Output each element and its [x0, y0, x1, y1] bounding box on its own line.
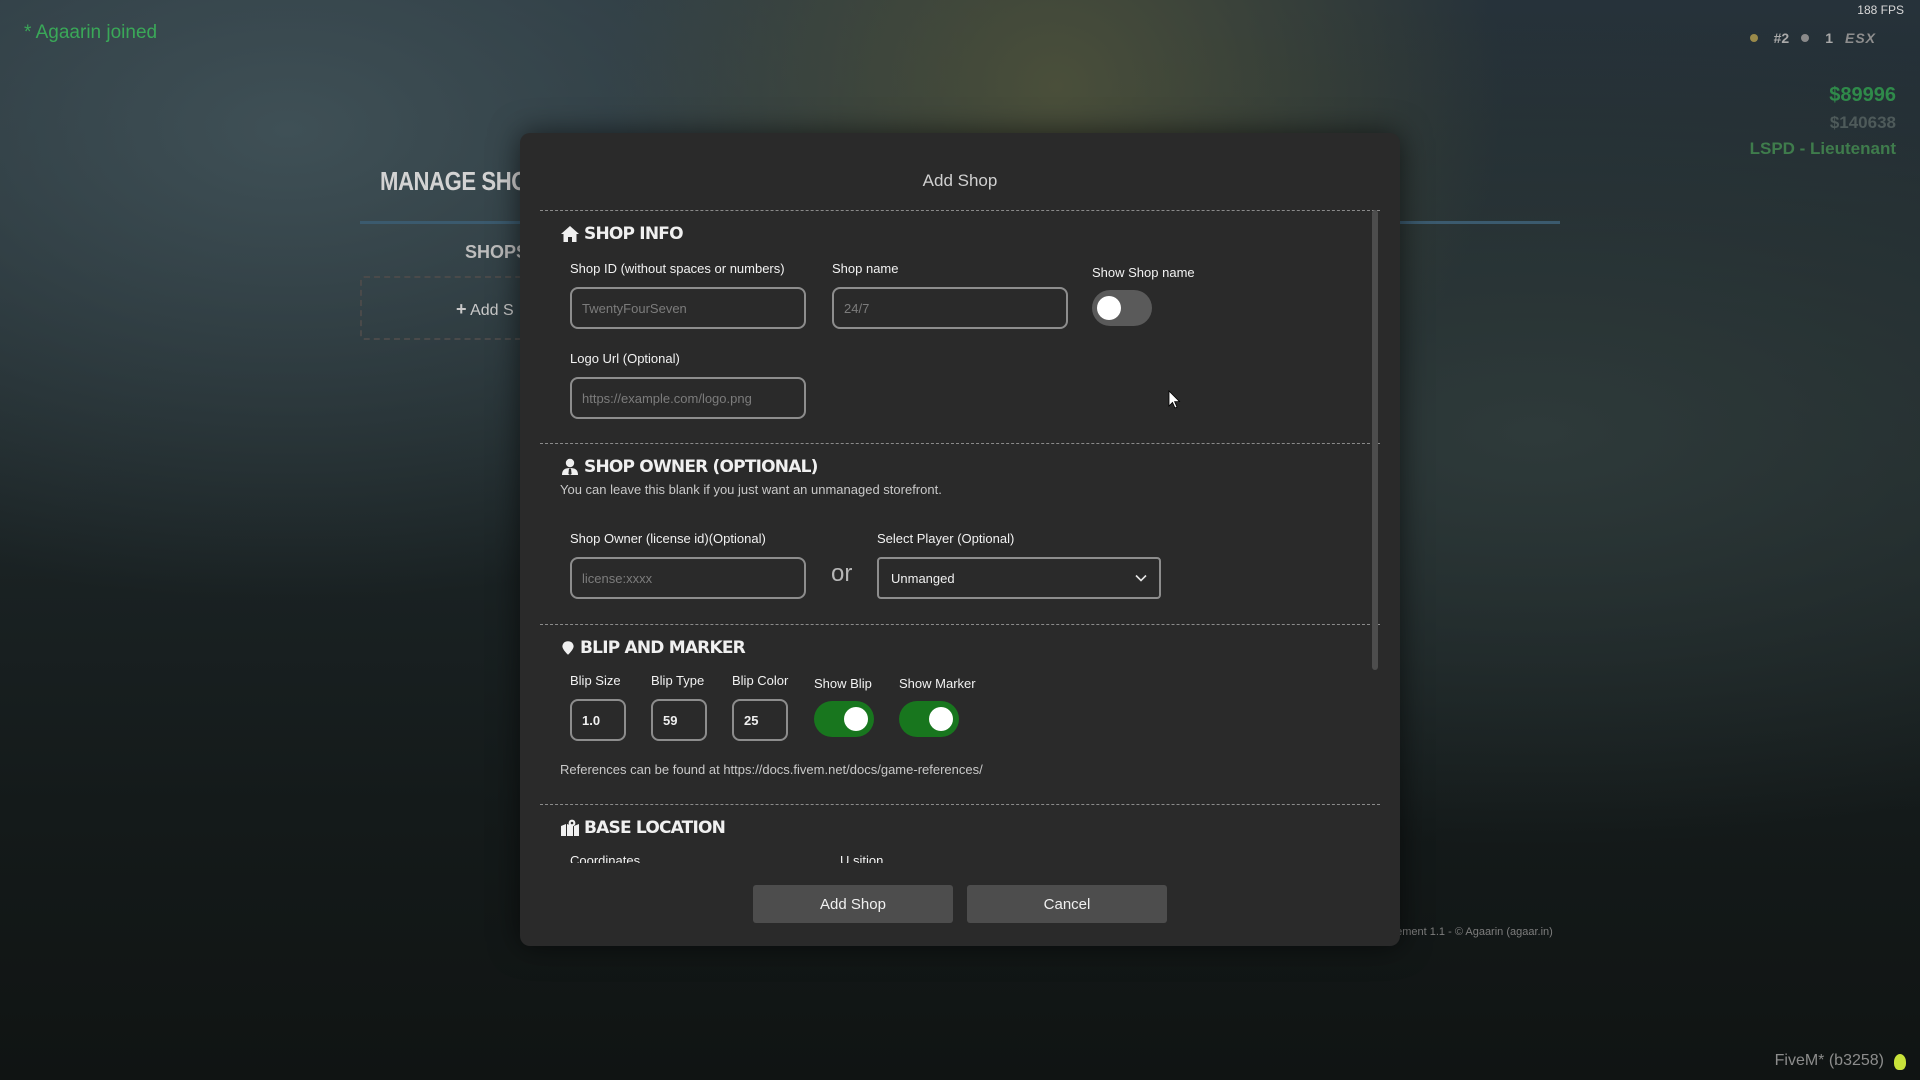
modal-scrollbar[interactable]: [1372, 210, 1378, 670]
shop-info-section: SHOP INFO Shop ID (without spaces or num…: [540, 210, 1380, 444]
show-blip-label: Show Blip: [814, 676, 872, 691]
select-player-label: Select Player (Optional): [877, 531, 1015, 546]
cash-amount: $89996: [1829, 84, 1896, 106]
show-marker-label: Show Marker: [899, 676, 976, 691]
player-id: #2: [1773, 30, 1790, 46]
blip-type-label: Blip Type: [651, 673, 705, 688]
shop-owner-heading: SHOP OWNER (OPTIONAL): [560, 457, 818, 477]
player-count: 1: [1825, 30, 1833, 46]
footer-credit: gement 1.1 - © Agaarin (agaar.in): [1390, 926, 1553, 938]
add-shop-modal: Add Shop SHOP INFO Shop ID (without spac…: [520, 133, 1400, 946]
base-location-heading: BASE LOCATION: [560, 818, 726, 838]
blip-type-input[interactable]: [651, 699, 707, 741]
modal-title: Add Shop: [922, 171, 998, 190]
modal-scroll-area[interactable]: SHOP INFO Shop ID (without spaces or num…: [540, 210, 1380, 863]
shop-owner-note: You can leave this blank if you just wan…: [560, 482, 942, 497]
shop-info-heading: SHOP INFO: [560, 224, 684, 244]
mouse-cursor-icon: [1168, 390, 1181, 409]
chat-join-message: * Agaarin joined: [24, 22, 158, 43]
use-position-label: U sition: [840, 853, 884, 863]
or-separator: or: [831, 560, 853, 587]
coordinates-label: Coordinates: [570, 853, 641, 863]
cancel-button[interactable]: Cancel: [967, 885, 1167, 923]
blip-size-input[interactable]: [570, 699, 626, 741]
blip-size-label: Blip Size: [570, 673, 621, 688]
show-blip-toggle[interactable]: [814, 701, 874, 737]
shop-owner-input[interactable]: [570, 557, 806, 599]
fivem-logo-icon: [1894, 1054, 1906, 1070]
bank-amount: $140638: [1829, 113, 1896, 132]
blip-marker-heading: BLIP AND MARKER: [560, 638, 746, 658]
fps-counter: 188 FPS: [1857, 3, 1904, 17]
plus-icon: +: [456, 299, 467, 319]
blip-marker-section: BLIP AND MARKER Blip Size Blip Type Blip…: [540, 624, 1380, 804]
shop-id-label: Shop ID (without spaces or numbers): [570, 261, 785, 276]
select-player-dropdown[interactable]: Unmanged: [877, 557, 1161, 599]
logo-url-input[interactable]: [570, 377, 806, 419]
money-display: $89996 $140638 LSPD - Lieutenant: [1750, 84, 1896, 159]
blip-color-input[interactable]: [732, 699, 788, 741]
framework-logo: ESX: [1844, 30, 1876, 46]
logo-url-label: Logo Url (Optional): [570, 351, 680, 366]
shop-owner-section: SHOP OWNER (OPTIONAL) You can leave this…: [540, 443, 1380, 624]
toggle-knob: [929, 707, 953, 731]
add-shop-button[interactable]: Add Shop: [753, 885, 953, 923]
chevron-down-icon: [1135, 574, 1147, 582]
shop-name-input[interactable]: [832, 287, 1068, 329]
job-label: LSPD - Lieutenant: [1749, 139, 1896, 158]
toggle-knob: [844, 707, 868, 731]
toggle-knob: [1097, 296, 1121, 320]
players-icon: [1801, 34, 1810, 42]
client-version: FiveM* (b3258): [1774, 1052, 1884, 1069]
shop-name-label: Shop name: [832, 261, 899, 276]
blip-reference-note: References can be found at https://docs.…: [560, 762, 983, 777]
shop-id-input[interactable]: [570, 287, 806, 329]
map-location-icon: [561, 819, 579, 836]
blip-color-label: Blip Color: [732, 673, 789, 688]
add-shop-card-label: + Add S: [456, 299, 514, 319]
hud-status-bar: #2 1 ESX: [1749, 30, 1876, 46]
show-shop-name-label: Show Shop name: [1092, 265, 1195, 280]
shop-owner-label: Shop Owner (license id)(Optional): [570, 531, 766, 546]
user-icon: [1749, 34, 1758, 42]
base-location-section: BASE LOCATION Coordinates U sition: [540, 804, 1380, 863]
show-marker-toggle[interactable]: [899, 701, 959, 737]
map-marker-icon: [562, 641, 574, 655]
user-tie-icon: [562, 458, 578, 475]
show-shop-name-toggle[interactable]: [1092, 290, 1152, 326]
home-icon: [561, 226, 579, 242]
select-player-value: Unmanged: [891, 570, 955, 586]
